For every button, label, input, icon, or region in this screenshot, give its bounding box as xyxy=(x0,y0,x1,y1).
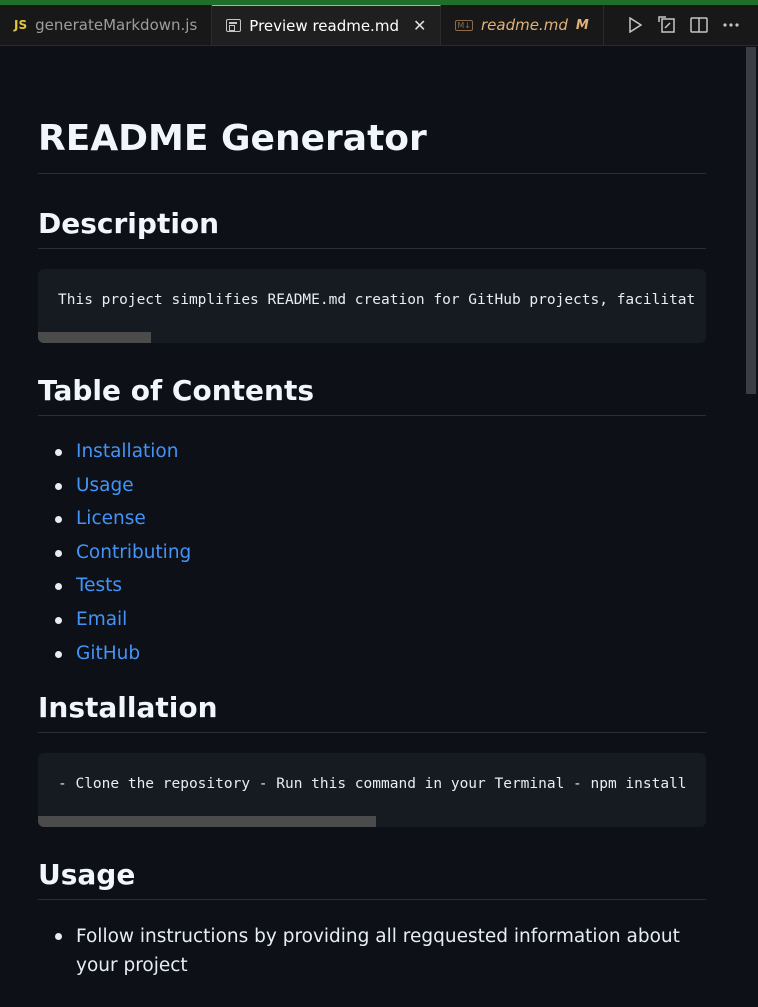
toc-link-github[interactable]: GitHub xyxy=(76,643,140,664)
description-code-block[interactable]: This project simplifies README.md creati… xyxy=(38,269,706,343)
close-icon[interactable]: ✕ xyxy=(413,16,426,35)
modified-badge: M xyxy=(575,17,589,33)
split-editor-icon[interactable] xyxy=(690,16,708,34)
run-icon[interactable] xyxy=(626,16,644,34)
tab-generate-markdown[interactable]: JS generateMarkdown.js xyxy=(0,5,213,45)
markdown-file-icon: M↓ xyxy=(455,19,473,31)
tab-preview-readme[interactable]: Preview readme.md ✕ xyxy=(212,5,442,45)
more-actions-icon[interactable] xyxy=(722,16,740,34)
toc-link-installation[interactable]: Installation xyxy=(76,441,178,462)
list-item: GitHub xyxy=(38,640,706,668)
tab-label: Preview readme.md xyxy=(249,16,399,35)
doc-title: README Generator xyxy=(38,117,706,174)
usage-list: Follow instructions by providing all reg… xyxy=(38,922,706,980)
installation-code-block[interactable]: - Clone the repository - Run this comman… xyxy=(38,752,706,827)
javascript-file-icon: JS xyxy=(14,18,28,32)
toc-heading: Table of Contents xyxy=(38,373,706,416)
tab-label: readme.md xyxy=(480,16,568,34)
horizontal-scrollbar[interactable] xyxy=(38,332,151,343)
toc-link-usage[interactable]: Usage xyxy=(76,475,134,496)
horizontal-scrollbar[interactable] xyxy=(38,815,376,827)
description-code: This project simplifies README.md creati… xyxy=(58,292,696,308)
open-to-side-icon[interactable] xyxy=(658,16,676,34)
list-item: Follow instructions by providing all reg… xyxy=(38,922,706,980)
toc-link-license[interactable]: License xyxy=(76,508,146,529)
tab-label: generateMarkdown.js xyxy=(35,16,198,34)
installation-code: - Clone the repository - Run this comman… xyxy=(58,775,687,792)
toc-link-contributing[interactable]: Contributing xyxy=(76,542,191,563)
list-item: Tests xyxy=(38,572,706,600)
vertical-scrollbar[interactable] xyxy=(744,47,758,1007)
list-item: Installation xyxy=(38,438,706,466)
editor-tab-bar: JS generateMarkdown.js Preview readme.md… xyxy=(0,5,758,46)
tab-readme[interactable]: M↓ readme.md M xyxy=(441,5,604,45)
list-item: License xyxy=(38,505,706,533)
installation-heading: Installation xyxy=(38,690,706,733)
description-heading: Description xyxy=(38,206,706,249)
scrollbar-thumb[interactable] xyxy=(746,47,756,394)
editor-actions xyxy=(626,5,758,45)
usage-heading: Usage xyxy=(38,857,706,900)
preview-icon xyxy=(226,19,242,32)
list-item: Email xyxy=(38,606,706,634)
toc-link-email[interactable]: Email xyxy=(76,609,127,630)
list-item: Usage xyxy=(38,472,706,500)
markdown-preview[interactable]: README Generator Description This projec… xyxy=(0,47,744,1007)
list-item: Contributing xyxy=(38,539,706,567)
toc-link-tests[interactable]: Tests xyxy=(76,575,122,596)
toc-list: Installation Usage License Contributing … xyxy=(38,438,706,668)
